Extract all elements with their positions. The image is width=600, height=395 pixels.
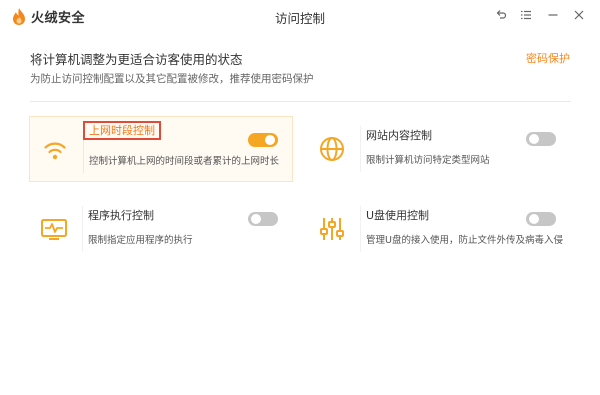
card-title: U盘使用控制 bbox=[366, 209, 430, 222]
card-description: 限制计算机访问特定类型网站 bbox=[366, 155, 490, 166]
program-execution-toggle[interactable] bbox=[248, 212, 278, 226]
card-separator bbox=[360, 206, 361, 252]
menu-button[interactable] bbox=[517, 6, 535, 24]
card-usb-control[interactable]: U盘使用控制 管理U盘的接入使用，防止文件外传及病毒入侵 bbox=[307, 196, 571, 262]
minimize-button[interactable] bbox=[544, 6, 562, 24]
back-arrow-icon bbox=[496, 10, 507, 19]
page-title: 将计算机调整为更适合访客使用的状态 bbox=[30, 52, 243, 67]
wifi-icon bbox=[44, 142, 66, 160]
header-divider bbox=[30, 101, 571, 102]
close-icon bbox=[574, 10, 584, 20]
monitor-pulse-icon bbox=[41, 219, 67, 240]
page-subtitle: 为防止访问控制配置以及其它配置被修改，推荐使用密码保护 bbox=[30, 73, 314, 85]
password-protect-link[interactable]: 密码保护 bbox=[526, 50, 570, 66]
toggle-knob bbox=[265, 135, 275, 145]
card-internet-time-control[interactable]: 上网时段控制 控制计算机上网的时间段或者累计的上网时长 bbox=[29, 116, 293, 182]
card-website-content-control[interactable]: 网站内容控制 限制计算机访问特定类型网站 bbox=[307, 116, 571, 182]
toggle-knob bbox=[529, 134, 539, 144]
toggle-knob bbox=[251, 214, 261, 224]
card-title: 网站内容控制 bbox=[366, 129, 432, 142]
card-separator bbox=[82, 206, 83, 252]
back-button[interactable] bbox=[492, 6, 510, 24]
sliders-icon bbox=[320, 218, 344, 240]
card-separator bbox=[360, 126, 361, 172]
menu-icon bbox=[521, 10, 531, 20]
minimize-icon bbox=[548, 14, 558, 16]
card-title: 程序执行控制 bbox=[88, 209, 154, 222]
card-description: 管理U盘的接入使用，防止文件外传及病毒入侵 bbox=[366, 235, 563, 246]
title-bar: 火绒安全 访问控制 bbox=[0, 0, 600, 31]
usb-control-toggle[interactable] bbox=[526, 212, 556, 226]
website-content-toggle[interactable] bbox=[526, 132, 556, 146]
close-button[interactable] bbox=[570, 6, 588, 24]
window-title: 访问控制 bbox=[274, 11, 325, 26]
card-description: 限制指定应用程序的执行 bbox=[88, 235, 193, 246]
globe-icon bbox=[320, 137, 344, 161]
internet-time-toggle[interactable] bbox=[248, 133, 278, 147]
card-program-execution-control[interactable]: 程序执行控制 限制指定应用程序的执行 bbox=[29, 196, 293, 262]
toggle-knob bbox=[529, 214, 539, 224]
card-title: 上网时段控制 bbox=[83, 121, 161, 140]
card-description: 控制计算机上网的时间段或者累计的上网时长 bbox=[89, 156, 280, 167]
